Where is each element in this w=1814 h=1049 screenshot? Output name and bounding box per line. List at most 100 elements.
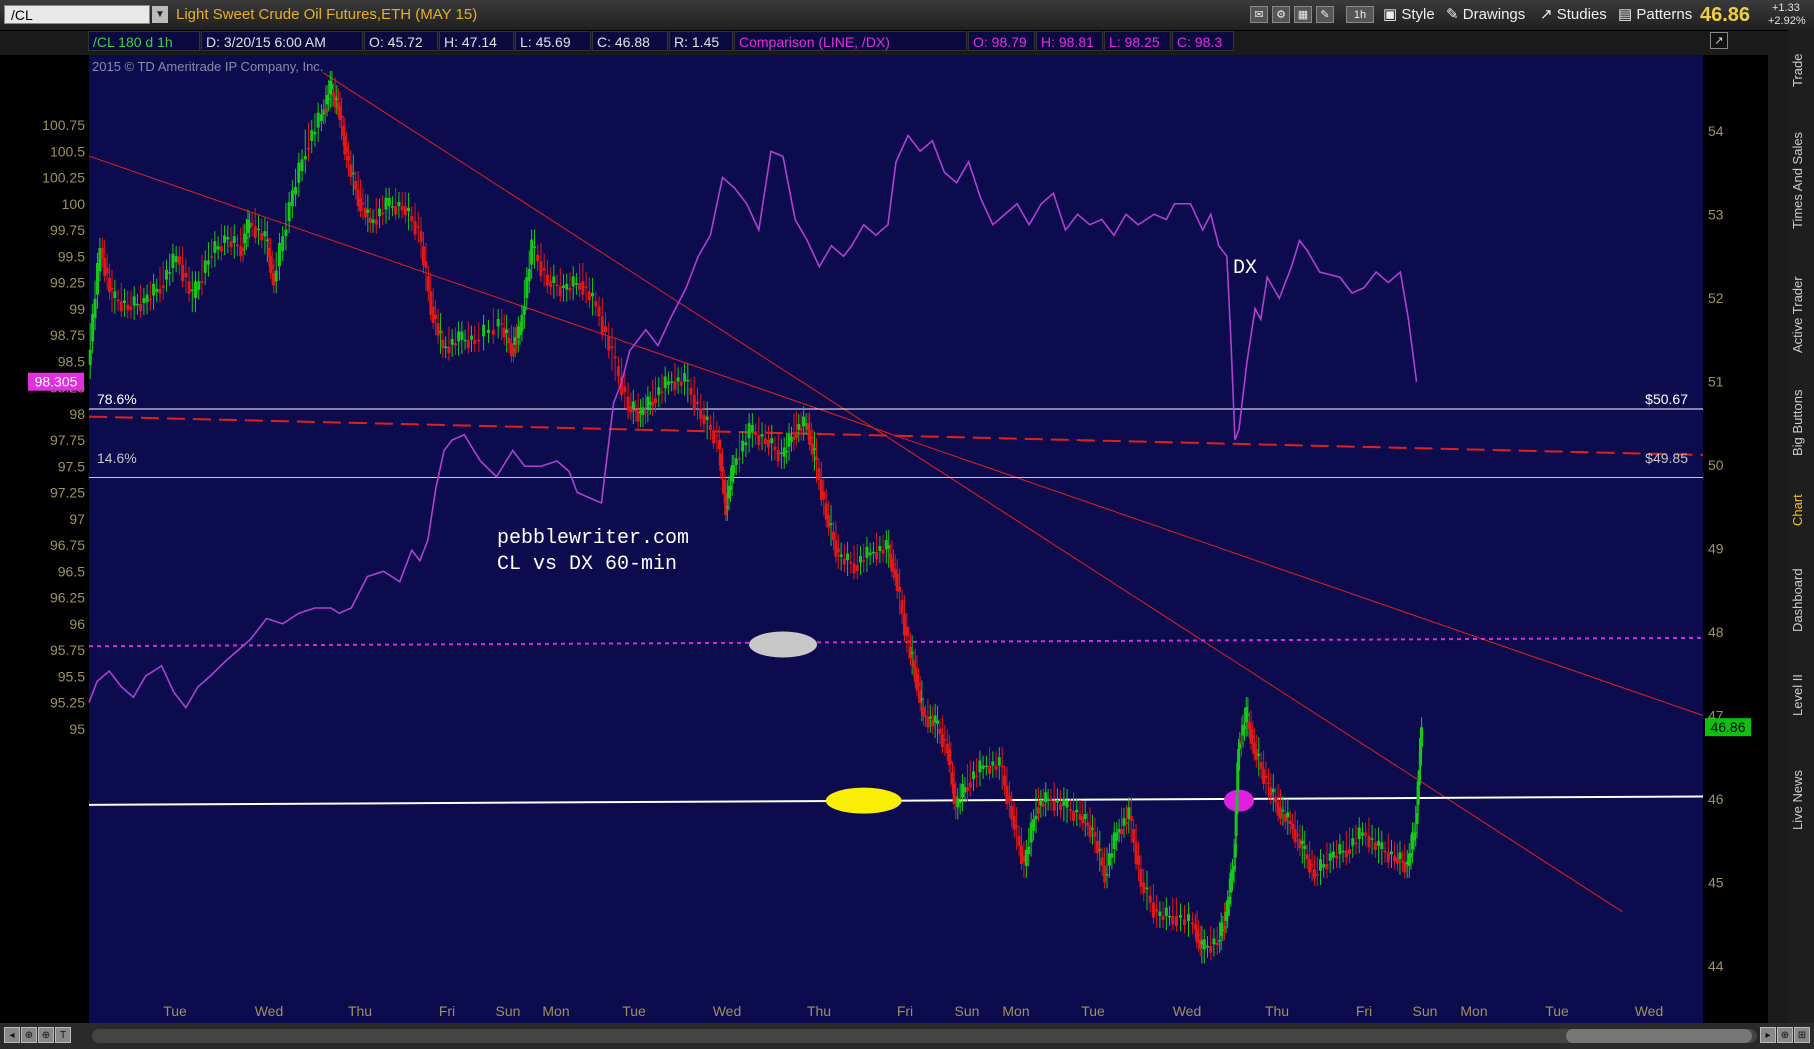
candle-body bbox=[1218, 940, 1222, 942]
candle-body bbox=[1308, 859, 1312, 873]
symbol-input[interactable]: /CL bbox=[4, 5, 150, 24]
zoom-out-icon[interactable]: ◂ bbox=[4, 1027, 20, 1043]
candle-body bbox=[997, 757, 1001, 766]
drawings-button[interactable]: ✎ Drawings bbox=[1446, 5, 1525, 25]
candle-body bbox=[341, 125, 345, 137]
candle-body bbox=[737, 458, 741, 460]
dx-label: DX bbox=[1233, 257, 1257, 280]
candle-body bbox=[785, 450, 789, 453]
trend-line bbox=[322, 72, 1623, 913]
candle-body bbox=[920, 698, 924, 701]
candle-body bbox=[1383, 850, 1387, 853]
candle-body bbox=[197, 281, 201, 290]
mail-icon[interactable]: ✉ bbox=[1250, 6, 1268, 23]
side-tab-trade[interactable]: Trade bbox=[1790, 40, 1812, 100]
scrollbar-thumb[interactable] bbox=[1566, 1029, 1752, 1043]
candle-body bbox=[729, 485, 733, 491]
candle-body bbox=[1036, 807, 1040, 815]
symbol-period: /CL 180 d 1h bbox=[88, 31, 200, 51]
candle-body bbox=[578, 282, 582, 290]
candle-body bbox=[623, 386, 627, 393]
candle-body bbox=[708, 424, 712, 430]
candle-body bbox=[368, 217, 372, 223]
left-axis-tick: 97.5 bbox=[58, 458, 85, 474]
zoom-in-icon[interactable]: ⊕ bbox=[21, 1027, 37, 1043]
candle-body bbox=[1142, 882, 1146, 894]
x-axis-label: Mon bbox=[542, 1003, 569, 1019]
side-tab-times-and-sales[interactable]: Times And Sales bbox=[1790, 110, 1812, 250]
candle-body bbox=[571, 276, 575, 287]
zoom-extents-icon[interactable]: ⊕ bbox=[1777, 1027, 1793, 1043]
comparison-label: Comparison (LINE, /DX) bbox=[734, 31, 967, 51]
side-tab-dashboard[interactable]: Dashboard bbox=[1790, 550, 1812, 650]
bar-low: L: 45.69 bbox=[515, 31, 591, 51]
patterns-button[interactable]: ▤ Patterns bbox=[1618, 5, 1692, 25]
candle-body bbox=[965, 787, 969, 791]
scroll-right-icon[interactable]: ▸ bbox=[1760, 1027, 1776, 1043]
candle-body bbox=[1386, 852, 1390, 863]
candle-body bbox=[722, 480, 726, 494]
candle-body bbox=[1078, 814, 1082, 820]
candle-body bbox=[1088, 825, 1092, 838]
candle-body bbox=[1068, 809, 1072, 811]
side-tab-level-ii[interactable]: Level II bbox=[1790, 660, 1812, 730]
candle-body bbox=[463, 339, 467, 342]
candle-body bbox=[562, 285, 566, 288]
candle-body bbox=[486, 329, 490, 334]
candle-body bbox=[603, 326, 607, 333]
candle-body bbox=[1325, 864, 1329, 870]
settings-icon[interactable]: ⚙ bbox=[1272, 6, 1290, 23]
candle-body bbox=[1072, 810, 1076, 821]
candle-body bbox=[917, 682, 921, 687]
candle-body bbox=[374, 219, 378, 225]
bar-close: C: 46.88 bbox=[592, 31, 668, 51]
candle-body bbox=[984, 765, 988, 768]
candle-body bbox=[1017, 835, 1021, 846]
candle-body bbox=[349, 164, 353, 177]
chart-settings-icon[interactable]: ↗ bbox=[1710, 32, 1728, 49]
candle-body bbox=[660, 391, 664, 394]
candle-body bbox=[1132, 829, 1136, 843]
candle-body bbox=[657, 387, 661, 395]
x-axis-label: Tue bbox=[1081, 1003, 1105, 1019]
candle-body bbox=[1158, 911, 1162, 916]
left-axis-tick: 95.25 bbox=[50, 695, 85, 711]
wrench-icon[interactable]: ✎ bbox=[1316, 6, 1334, 23]
candle-body bbox=[327, 98, 331, 100]
candle-body bbox=[1139, 869, 1143, 887]
expand-icon[interactable]: ⊞ bbox=[1794, 1027, 1810, 1043]
side-tab-big-buttons[interactable]: Big Buttons bbox=[1790, 375, 1812, 470]
right-axis-tick: 52 bbox=[1708, 290, 1724, 306]
side-tab-live-news[interactable]: Live News bbox=[1790, 750, 1812, 850]
candle-body bbox=[918, 690, 922, 703]
candle-body bbox=[1202, 939, 1206, 950]
style-button[interactable]: ▣ Style bbox=[1383, 5, 1435, 25]
candle-body bbox=[1003, 775, 1007, 786]
x-axis-label: Thu bbox=[348, 1003, 372, 1019]
comparison-high: H: 98.81 bbox=[1036, 31, 1103, 51]
candle-body bbox=[654, 398, 658, 404]
horizontal-scrollbar[interactable] bbox=[92, 1029, 1757, 1043]
candle-body bbox=[384, 197, 388, 210]
candle-body bbox=[1279, 807, 1283, 820]
candle-body bbox=[584, 286, 588, 288]
symbol-dropdown-icon[interactable]: ▼ bbox=[152, 6, 168, 23]
candle-body bbox=[407, 207, 411, 212]
candle-body bbox=[310, 130, 314, 142]
candle-body bbox=[591, 292, 595, 297]
text-tool-icon[interactable]: T bbox=[55, 1027, 71, 1043]
studies-button[interactable]: ↗ Studies bbox=[1540, 5, 1607, 25]
pan-icon[interactable]: ⊕ bbox=[38, 1027, 54, 1043]
candle-body bbox=[1000, 765, 1004, 768]
layout-icon[interactable]: ▦ bbox=[1294, 6, 1312, 23]
timeframe-button[interactable]: 1h bbox=[1346, 6, 1374, 23]
side-tab-chart[interactable]: Chart bbox=[1790, 480, 1812, 540]
candle-body bbox=[203, 260, 207, 273]
candle-body bbox=[1295, 834, 1299, 836]
x-axis-label: Fri bbox=[1356, 1003, 1372, 1019]
side-tab-active-trader[interactable]: Active Trader bbox=[1790, 265, 1812, 365]
candle-body bbox=[1161, 915, 1165, 921]
bar-range: R: 1.45 bbox=[669, 31, 733, 51]
candle-body bbox=[610, 346, 614, 349]
candle-body bbox=[1247, 722, 1251, 729]
